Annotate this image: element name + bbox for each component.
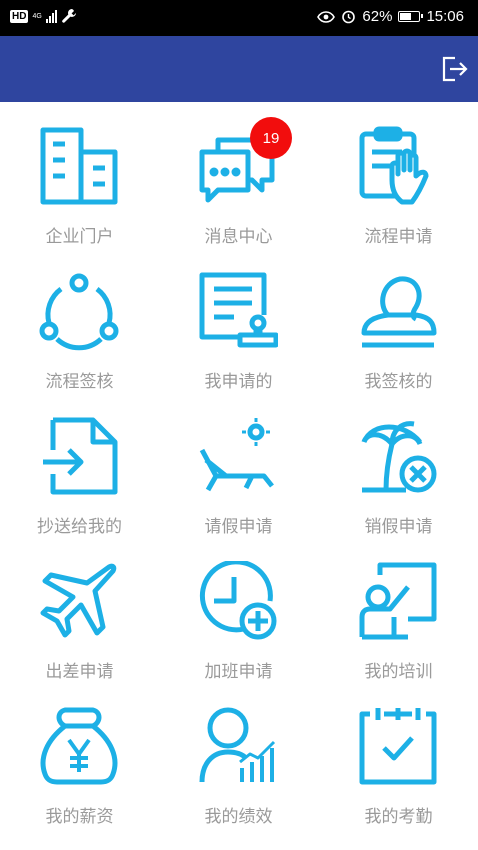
battery-icon [398,11,424,22]
clock-plus-icon [199,561,277,640]
grid-item-approval[interactable]: 流程签核 [0,247,159,392]
app-header [0,36,478,102]
grid-item-label: 我的培训 [364,662,433,682]
buildings-icon [40,127,118,205]
hd-icon: HD [10,9,29,23]
stamp-icon [361,276,437,348]
eye-icon [317,10,336,23]
grid-item-leave-cancel[interactable]: 销假申请 [319,392,478,537]
clock-time: 15:06 [426,8,464,25]
signal-icon [45,9,57,23]
grid-item-label: 流程签核 [45,372,114,392]
user-chart-icon [199,707,276,783]
grid-item-label: 我的薪资 [45,807,114,827]
grid-item-leave-apply[interactable]: 请假申请 [159,392,318,537]
palm-tree-cancel-icon [361,421,437,493]
grid-item-overtime[interactable]: 加班申请 [159,537,318,682]
grid-item-label: 我签核的 [364,372,433,392]
grid-item-cc-to-me[interactable]: 抄送给我的 [0,392,159,537]
document-stamp-icon [199,272,278,348]
grid-item-business-trip[interactable]: 出差申请 [0,537,159,682]
grid-item-my-approvals[interactable]: 我签核的 [319,247,478,392]
wrench-icon [61,9,76,23]
grid-item-label: 我申请的 [204,372,273,392]
money-bag-icon [40,707,118,785]
share-icon [39,273,119,351]
message-count-badge: 19 [250,117,292,159]
status-right: 62% 15:06 [317,8,464,25]
airplane-icon [40,563,117,638]
grid-item-label: 抄送给我的 [37,517,122,537]
calendar-check-icon [359,708,437,785]
alarm-icon [342,10,356,24]
status-left: HD 4G [10,8,77,24]
grid-item-performance[interactable]: 我的绩效 [159,682,318,827]
grid-item-portal[interactable]: 企业门户 [0,102,159,247]
grid-item-process-apply[interactable]: 流程申请 [319,102,478,247]
battery-percent: 62% [362,8,393,25]
grid-item-training[interactable]: 我的培训 [319,537,478,682]
grid-item-label: 流程申请 [364,227,433,247]
grid-item-label: 消息中心 [204,227,273,247]
grid-item-my-applications[interactable]: 我申请的 [159,247,318,392]
grid-item-attendance[interactable]: 我的考勤 [319,682,478,827]
trainer-board-icon [359,562,437,640]
grid-item-label: 请假申请 [204,517,273,537]
grid-item-label: 企业门户 [45,227,114,247]
grid-item-label: 我的绩效 [204,807,273,827]
grid-item-label: 出差申请 [45,662,114,682]
grid-item-label: 我的考勤 [364,807,433,827]
clipboard-hand-icon [359,126,429,205]
grid-item-messages[interactable]: 消息中心 [159,102,318,247]
logout-icon[interactable] [440,55,468,83]
grid-item-salary[interactable]: 我的薪资 [0,682,159,827]
lounge-chair-icon [199,418,274,492]
file-import-icon [43,417,118,495]
network-type: 4G [32,12,42,20]
status-bar: HD 4G 62% 15:06 [0,0,478,36]
grid-item-label: 加班申请 [204,662,273,682]
grid-item-label: 销假申请 [364,517,433,537]
